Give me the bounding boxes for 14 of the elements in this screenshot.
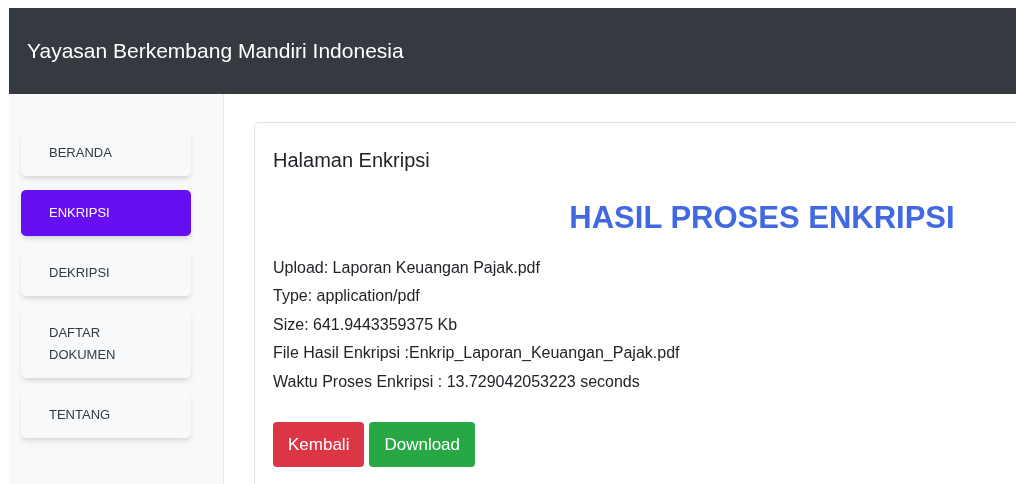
card-title: Halaman Enkripsi [273, 148, 431, 173]
detail-text: Waktu Proses Enkripsi : 13.729042053223 seconds [273, 371, 641, 392]
detail-text: Upload: Laporan Keuangan Pajak.pdf [273, 257, 541, 278]
detail-text: File Hasil Enkripsi :Enkrip_Laporan_Keuangan_Pajak.pdf [273, 343, 681, 363]
detail-text: Type: application/pdf [273, 286, 421, 306]
nav-button[interactable]: DAFTAR DOKUMEN [21, 310, 191, 378]
nav-button[interactable]: ENKRIPSI [21, 190, 191, 236]
result-heading: HASIL PROSES ENKRIPSI [569, 199, 955, 237]
detail-text: Size: 641.9443359375 Kb [273, 314, 459, 335]
nav-button[interactable]: BERANDA [21, 130, 191, 176]
nav-button[interactable]: DEKRIPSI [21, 250, 191, 296]
nav-button[interactable]: TENTANG [21, 392, 191, 438]
back-button[interactable]: Kembali [273, 422, 365, 467]
site-title[interactable]: Yayasan Berkembang Mandiri Indonesia [27, 35, 404, 67]
